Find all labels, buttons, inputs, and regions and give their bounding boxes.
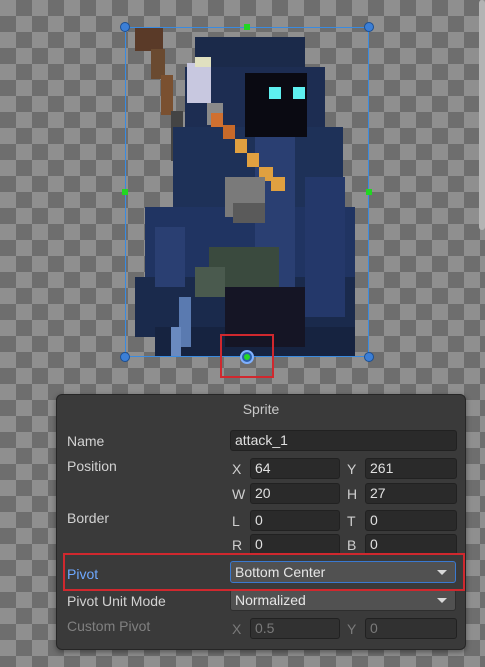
rect-corner-handle-bottom-right[interactable] (364, 352, 374, 362)
sprite-inspector-panel: Sprite Name attack_1 Position X 64 Y 261… (56, 394, 466, 650)
position-y-field[interactable]: 261 (365, 458, 457, 479)
rect-edge-handle-top[interactable] (244, 24, 250, 30)
border-label: Border (67, 510, 110, 526)
border-r-label: R (232, 537, 243, 553)
border-b-field[interactable]: 0 (365, 534, 457, 555)
border-t-field[interactable]: 0 (365, 510, 457, 531)
pivot-unit-mode-label: Pivot Unit Mode (67, 593, 166, 609)
pivot-highlight-box (220, 334, 274, 378)
pivot-unit-mode-dropdown[interactable]: Normalized (230, 589, 456, 611)
rect-corner-handle-top-right[interactable] (364, 22, 374, 32)
position-h-label: H (347, 486, 358, 502)
border-t-label: T (347, 513, 356, 529)
custom-pivot-y-label: Y (347, 621, 357, 637)
panel-title: Sprite (242, 401, 280, 417)
custom-pivot-x-field: 0.5 (250, 618, 340, 639)
chevron-down-icon (437, 598, 447, 603)
border-b-label: B (347, 537, 357, 553)
pivot-unit-mode-value: Normalized (235, 592, 306, 608)
custom-pivot-label: Custom Pivot (67, 618, 151, 634)
custom-pivot-x-label: X (232, 621, 242, 637)
rect-corner-handle-top-left[interactable] (120, 22, 130, 32)
position-label: Position (67, 458, 117, 474)
position-h-field[interactable]: 27 (365, 483, 457, 504)
position-x-field[interactable]: 64 (250, 458, 340, 479)
pivot-row-highlight-box (63, 553, 465, 591)
vertical-scrollbar[interactable] (479, 0, 485, 230)
custom-pivot-y-field: 0 (365, 618, 457, 639)
position-w-label: W (232, 486, 246, 502)
rect-edge-handle-left[interactable] (122, 189, 128, 195)
position-w-field[interactable]: 20 (250, 483, 340, 504)
sprite-rect-frame[interactable] (125, 27, 369, 357)
position-x-label: X (232, 461, 242, 477)
position-y-label: Y (347, 461, 357, 477)
rect-corner-handle-bottom-left[interactable] (120, 352, 130, 362)
border-r-field[interactable]: 0 (250, 534, 340, 555)
name-label: Name (67, 433, 105, 449)
border-l-label: L (232, 513, 240, 529)
border-l-field[interactable]: 0 (250, 510, 340, 531)
name-field[interactable]: attack_1 (230, 430, 457, 451)
rect-edge-handle-right[interactable] (366, 189, 372, 195)
